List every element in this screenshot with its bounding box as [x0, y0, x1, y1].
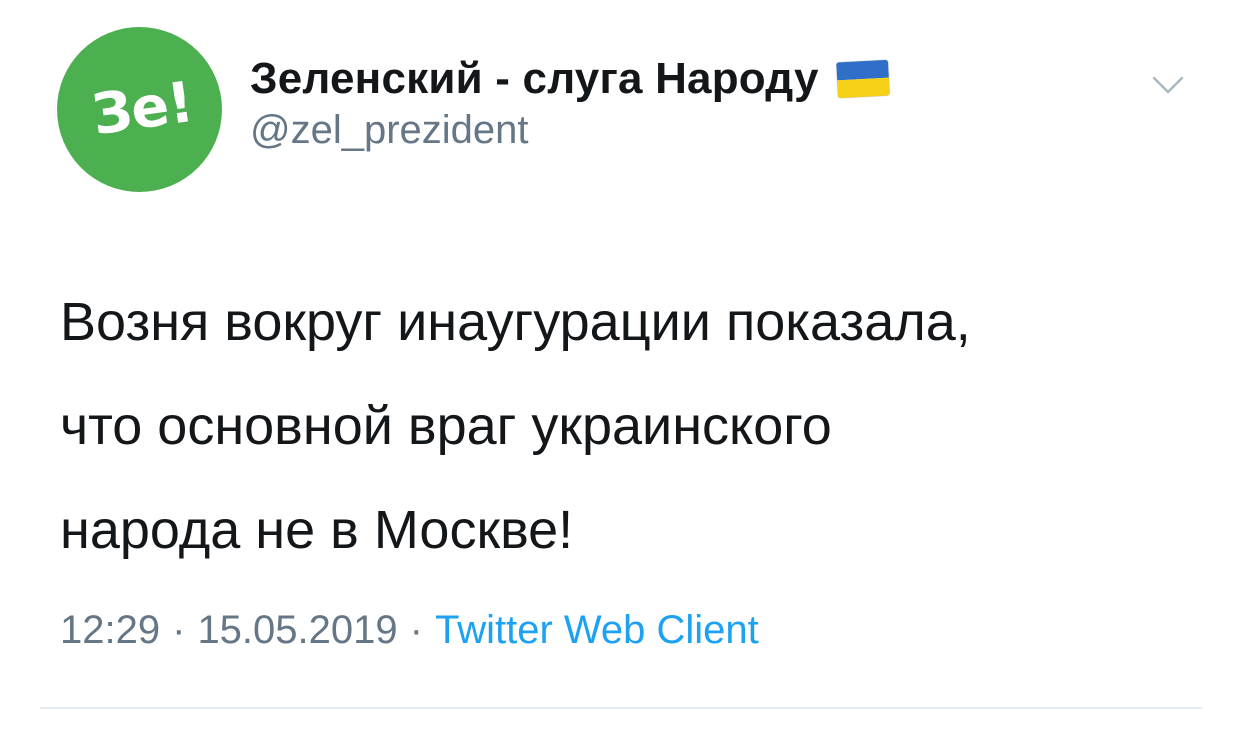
avatar[interactable]: Зе! — [57, 27, 222, 192]
tweet: Зе! Зеленский - слуга Народу @zel_prezid… — [0, 0, 1242, 731]
tweet-text-line: что основной враг украинского — [60, 396, 832, 456]
author-handle[interactable]: @zel_prezident — [250, 108, 529, 153]
divider — [40, 707, 1202, 709]
tweet-text-line: Возня вокруг инаугурации показала, — [60, 292, 971, 352]
ukraine-flag-icon — [835, 59, 890, 99]
display-name[interactable]: Зеленский - слуга Народу — [250, 54, 819, 104]
tweet-text-line: народа не в Москве! — [60, 500, 574, 560]
chevron-down-icon[interactable] — [1148, 66, 1188, 106]
tweet-source-link[interactable]: Twitter Web Client — [435, 608, 759, 652]
tweet-meta: 12:29 · 15.05.2019 · Twitter Web Client — [60, 608, 759, 653]
meta-separator: · — [172, 608, 186, 652]
author-name-row: Зеленский - слуга Народу — [250, 50, 890, 108]
avatar-logo-text: Зе! — [88, 69, 197, 149]
tweet-date[interactable]: 15.05.2019 — [197, 608, 397, 652]
tweet-time[interactable]: 12:29 — [60, 608, 160, 652]
meta-separator: · — [409, 608, 423, 652]
tweet-text: Возня вокруг инаугурации показала, что о… — [60, 270, 1200, 582]
